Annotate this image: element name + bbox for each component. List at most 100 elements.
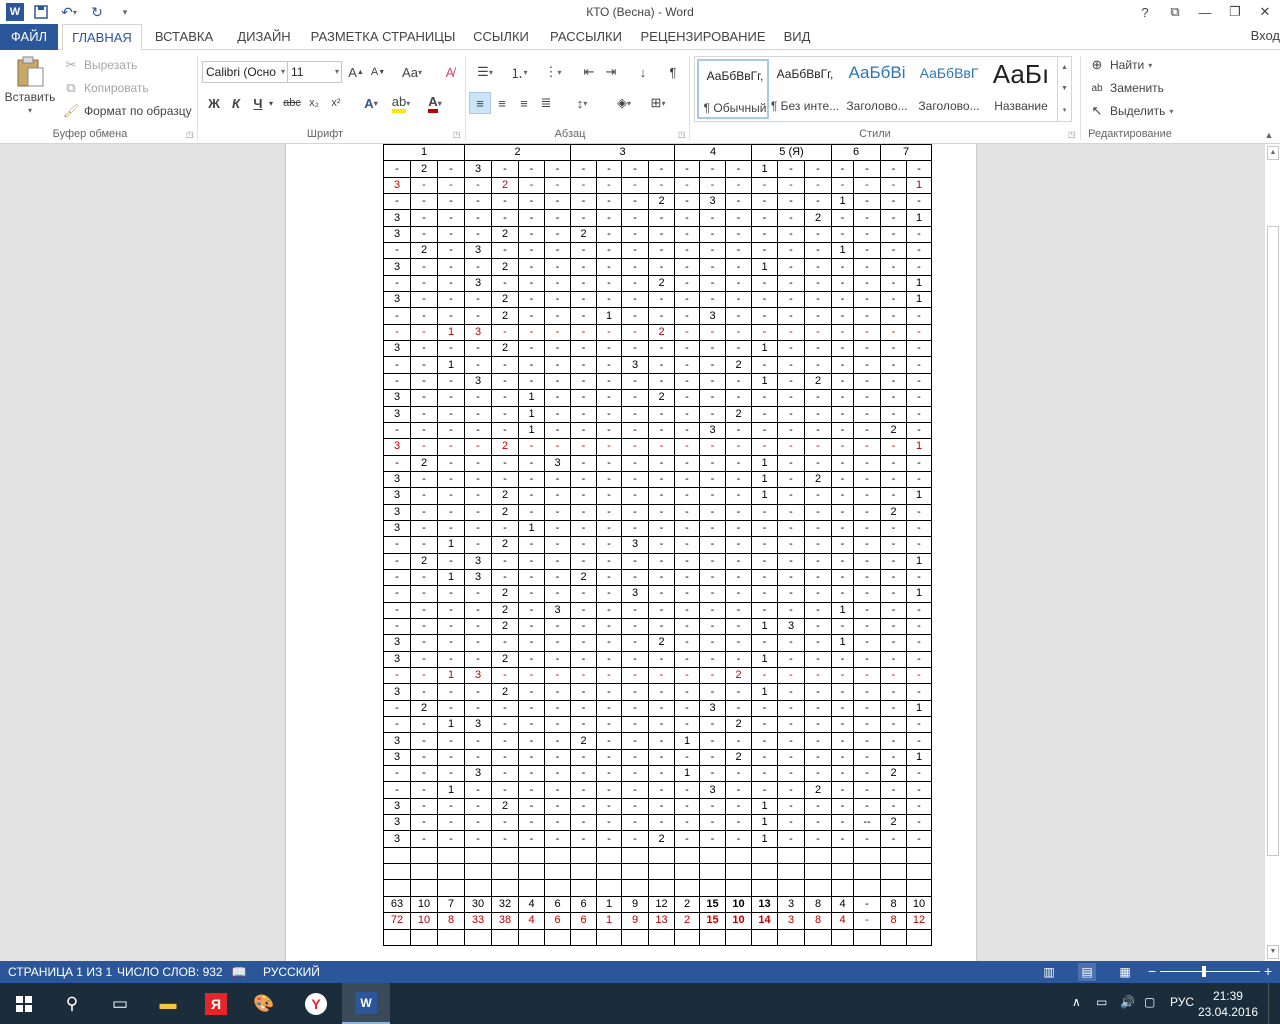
table-cell[interactable]: - [725,568,752,587]
table-cell[interactable]: - [699,683,726,701]
tab-mailings[interactable]: РАССЫЛКИ [542,24,630,50]
table-cell[interactable]: - [596,781,622,799]
table-cell[interactable]: - [621,438,649,456]
table-cell[interactable]: - [725,340,752,358]
table-cell[interactable]: - [777,748,805,767]
yandex-browser-icon[interactable]: Y [292,983,340,1024]
table-cell[interactable] [570,879,597,897]
table-cell[interactable]: 1 [751,830,778,848]
table-cell[interactable]: - [596,503,622,521]
table-cell[interactable]: 3 [777,895,805,914]
table-cell[interactable]: - [751,307,778,325]
table-cell[interactable]: - [725,225,752,244]
table-cell[interactable]: - [777,438,805,456]
table-cell[interactable]: 2 [491,258,519,276]
table-cell[interactable]: 38 [491,912,519,930]
table-cell[interactable]: - [410,814,438,832]
table-cell[interactable]: - [906,519,932,538]
table-cell[interactable]: 3 [464,552,492,570]
table-cell[interactable]: - [831,356,854,374]
table-cell[interactable] [570,863,597,881]
table-cell[interactable]: - [648,748,675,767]
table-cell[interactable]: - [853,568,881,587]
table-cell[interactable]: - [464,454,492,472]
zoom-out-icon[interactable]: − [1148,963,1156,979]
table-cell[interactable]: - [699,716,726,734]
table-cell[interactable]: - [751,716,778,734]
table-cell[interactable]: - [725,519,752,538]
table-cell[interactable] [648,863,675,881]
table-cell[interactable]: - [410,519,438,538]
table-cell[interactable]: - [906,356,932,374]
table-cell[interactable]: 9 [621,912,649,930]
table-cell[interactable]: - [853,748,881,767]
table-cell[interactable]: - [464,340,492,358]
table-cell[interactable]: - [648,683,675,701]
table-cell[interactable]: - [674,519,700,538]
table-cell[interactable]: 3 [383,340,411,358]
print-layout-icon[interactable]: ▤ [1078,963,1096,981]
superscript-icon[interactable]: x² [325,92,347,114]
italic-icon[interactable]: К [225,92,247,114]
table-cell[interactable]: 3 [621,585,649,603]
table-cell[interactable]: 1 [831,242,854,260]
table-cell[interactable]: - [437,438,465,456]
table-cell[interactable]: - [648,405,675,423]
table-cell[interactable] [596,879,622,897]
table-cell[interactable]: - [853,307,881,325]
table-cell[interactable]: - [621,748,649,767]
table-cell[interactable]: - [410,601,438,619]
table-cell[interactable]: - [906,650,932,669]
table-cell[interactable]: - [880,258,907,276]
table-cell[interactable]: - [853,536,881,554]
table-cell[interactable]: - [383,552,411,570]
table-cell[interactable]: 1 [518,389,545,407]
table-cell[interactable]: 10 [725,895,752,914]
table-cell[interactable]: - [491,470,519,489]
table-cell[interactable]: - [544,193,571,211]
table-cell[interactable]: - [777,699,805,718]
table-cell[interactable]: 3 [383,634,411,652]
table-cell[interactable]: - [853,160,881,178]
table-cell[interactable]: - [383,372,411,391]
table-cell[interactable]: - [674,176,700,195]
font-launcher-icon[interactable]: ◳ [453,130,461,139]
replace-button[interactable]: ab Заменить [1088,79,1164,97]
table-cell[interactable]: - [725,438,752,456]
table-cell[interactable]: - [464,307,492,325]
table-cell[interactable]: 3 [621,536,649,554]
table-cell[interactable]: 12 [648,895,675,914]
table-cell[interactable]: - [621,814,649,832]
table-cell[interactable]: 8 [804,912,832,930]
table-cell[interactable]: - [596,323,622,342]
table-cell[interactable]: - [831,748,854,767]
table-cell[interactable]: - [464,356,492,374]
table-cell[interactable]: - [751,274,778,293]
table-cell[interactable]: - [699,470,726,489]
table-cell[interactable]: 2 [725,356,752,374]
table-cell[interactable] [518,863,545,881]
table-cell[interactable]: - [674,421,700,440]
table-cell[interactable] [751,846,778,865]
table-cell[interactable]: 1 [674,732,700,750]
scroll-down-icon[interactable]: ▼ [1267,945,1279,959]
table-cell[interactable]: - [880,797,907,816]
table-cell[interactable]: - [674,258,700,276]
style-normal[interactable]: АаБбВвГг, ¶ Обычный [697,59,769,119]
table-cell[interactable]: - [725,536,752,554]
tab-file[interactable]: ФАЙЛ [0,24,58,50]
table-cell[interactable]: 3 [464,274,492,293]
table-cell[interactable]: - [464,519,492,538]
table-cell[interactable]: 2 [491,536,519,554]
data-table[interactable]: 12345 (Я) 6 7-2-3- - - - - - - - - -1- - - - - -3- - -2- - -… [383,144,932,946]
table-cell[interactable]: - [804,585,832,603]
table-cell[interactable]: - [725,503,752,521]
table-cell[interactable]: - [880,291,907,309]
table-cell[interactable]: - [648,732,675,750]
table-cell[interactable]: - [544,650,571,669]
table-cell[interactable]: 1 [831,601,854,619]
table-cell[interactable]: - [648,421,675,440]
table-cell[interactable]: 6 [570,895,597,914]
table-cell[interactable]: - [699,552,726,570]
table-cell[interactable]: - [751,732,778,750]
